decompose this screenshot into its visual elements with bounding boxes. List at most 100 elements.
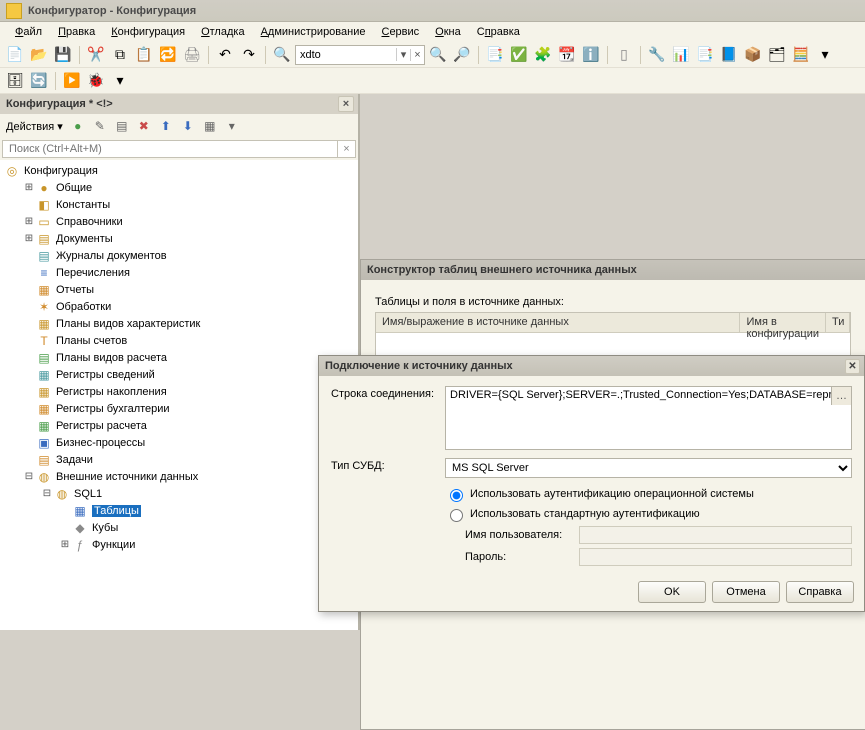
tree-item[interactable]: ▦Регистры расчета (0, 417, 358, 434)
calendar-icon[interactable]: 📆 (556, 44, 578, 66)
check-icon[interactable]: ✅ (508, 44, 530, 66)
grid-col-config[interactable]: Имя в конфигурации (740, 313, 826, 332)
tree-item[interactable]: ▤Планы видов расчета (0, 349, 358, 366)
find-input[interactable] (296, 49, 396, 61)
up-icon[interactable]: ⬆ (157, 117, 175, 135)
tree-leaf[interactable]: ▦Таблицы (0, 502, 358, 519)
tree-item[interactable]: ▣Бизнес-процессы (0, 434, 358, 451)
run-icon[interactable]: ▶️ (61, 70, 83, 92)
username-field[interactable] (579, 526, 852, 544)
find-icon[interactable]: 🔍 (271, 44, 293, 66)
auth-os-radio[interactable] (450, 489, 463, 502)
filter-icon[interactable]: ▾ (223, 117, 241, 135)
menu-windows[interactable]: Окна (428, 24, 468, 40)
menu-help[interactable]: Справка (470, 24, 527, 40)
tree-item[interactable]: ▦Регистры накопления (0, 383, 358, 400)
tool-f-icon[interactable]: 🗂 (766, 44, 788, 66)
twist-icon[interactable]: ⊞ (58, 539, 72, 550)
tree-search-input[interactable] (2, 140, 338, 158)
grid-col-source[interactable]: Имя/выражение в источнике данных (376, 313, 740, 332)
menu-service[interactable]: Сервис (374, 24, 426, 40)
tree-item[interactable]: ⊞▤Документы (0, 230, 358, 247)
twist-icon[interactable]: ⊞ (22, 233, 36, 244)
tree-item[interactable]: ✶Обработки (0, 298, 358, 315)
actions-dropdown[interactable]: Действия ▾ (6, 120, 63, 133)
find-next-icon[interactable]: 🔍 (427, 44, 449, 66)
db-icon[interactable]: 🗄 (4, 70, 26, 92)
help-button[interactable]: Справка (786, 581, 854, 603)
config-tree[interactable]: ◎ Конфигурация ⊞●Общие◧Константы⊞▭Справо… (0, 160, 358, 630)
tree-item[interactable]: ◧Константы (0, 196, 358, 213)
db-update-icon[interactable]: 🔄 (28, 70, 50, 92)
tree-leaf[interactable]: ◆Кубы (0, 519, 358, 536)
find-prev-icon[interactable]: 🔎 (451, 44, 473, 66)
password-field[interactable] (579, 548, 852, 566)
twist-icon[interactable]: ⊞ (22, 182, 36, 193)
auth-std-radio[interactable] (450, 509, 463, 522)
tool-c-icon[interactable]: 📑 (694, 44, 716, 66)
tree-item[interactable]: ⊞●Общие (0, 179, 358, 196)
conn-string-field[interactable]: DRIVER={SQL Server};SERVER=.;Trusted_Con… (445, 386, 852, 450)
cut-icon[interactable]: ✂️ (85, 44, 107, 66)
new-file-icon[interactable]: 📄 (4, 44, 26, 66)
find-dropdown-icon[interactable]: ▾ (396, 48, 410, 61)
tool-a-icon[interactable]: 🔧 (646, 44, 668, 66)
twist-icon[interactable]: ⊟ (40, 488, 54, 499)
add-icon[interactable]: ● (69, 117, 87, 135)
tree-root[interactable]: ◎ Конфигурация (0, 162, 358, 179)
redo-icon[interactable]: ↷ (238, 44, 260, 66)
down-icon[interactable]: ⬇ (179, 117, 197, 135)
tree-item[interactable]: ▦Отчеты (0, 281, 358, 298)
save-icon[interactable]: 💾 (52, 44, 74, 66)
edit-icon[interactable]: ✎ (91, 117, 109, 135)
tree-item[interactable]: ТПланы счетов (0, 332, 358, 349)
find-combo[interactable]: ▾ × (295, 45, 425, 65)
tree-item[interactable]: ≡Перечисления (0, 264, 358, 281)
menu-edit[interactable]: Правка (51, 24, 102, 40)
module-icon[interactable]: 🧩 (532, 44, 554, 66)
info-icon[interactable]: ℹ️ (580, 44, 602, 66)
compare-icon[interactable]: 📑 (484, 44, 506, 66)
tree-item[interactable]: ▦Регистры сведений (0, 366, 358, 383)
copy-icon[interactable]: ⧉ (109, 44, 131, 66)
tree-item[interactable]: ⊟◍Внешние источники данных (0, 468, 358, 485)
run-debug-icon[interactable]: 🐞 (85, 70, 107, 92)
list-icon[interactable]: ▤ (113, 117, 131, 135)
dbms-type-select[interactable]: MS SQL Server (445, 458, 852, 478)
window-icon[interactable]: ▯ (613, 44, 635, 66)
tree-item[interactable]: ▤Задачи (0, 451, 358, 468)
tool-e-icon[interactable]: 📦 (742, 44, 764, 66)
tool-b-icon[interactable]: 📊 (670, 44, 692, 66)
print-icon[interactable]: 🖨 (181, 44, 203, 66)
run-ext-icon[interactable]: ▾ (109, 70, 131, 92)
tool-d-icon[interactable]: 📘 (718, 44, 740, 66)
tree-item[interactable]: ▦Планы видов характеристик (0, 315, 358, 332)
find-clear-icon[interactable]: × (410, 49, 424, 61)
undo-icon[interactable]: ↶ (214, 44, 236, 66)
panel-close-icon[interactable]: × (338, 96, 354, 112)
grid-col-type[interactable]: Ти (826, 313, 850, 332)
tree-leaf[interactable]: ⊞ƒФункции (0, 536, 358, 553)
tree-item-sql1[interactable]: ⊟◍SQL1 (0, 485, 358, 502)
tree-item[interactable]: ▦Регистры бухгалтерии (0, 400, 358, 417)
tool-g-icon[interactable]: 🧮 (790, 44, 812, 66)
twist-icon[interactable]: ⊞ (22, 216, 36, 227)
menu-debug[interactable]: Отладка (194, 24, 252, 40)
tree-item[interactable]: ▤Журналы документов (0, 247, 358, 264)
conn-string-browse-icon[interactable]: … (831, 387, 851, 405)
tree-item[interactable]: ⊞▭Справочники (0, 213, 358, 230)
open-icon[interactable]: 📂 (28, 44, 50, 66)
replace-icon[interactable]: 🔁 (157, 44, 179, 66)
menu-configuration[interactable]: Конфигурация (104, 24, 192, 40)
menu-admin[interactable]: Администрирование (254, 24, 373, 40)
paste-icon[interactable]: 📋 (133, 44, 155, 66)
delete-icon[interactable]: ✖ (135, 117, 153, 135)
tool-h-icon[interactable]: ▾ (814, 44, 836, 66)
tree-search-clear-icon[interactable]: × (338, 140, 356, 158)
twist-icon[interactable]: ⊟ (22, 471, 36, 482)
cancel-button[interactable]: Отмена (712, 581, 780, 603)
sort-icon[interactable]: ▦ (201, 117, 219, 135)
menu-file[interactable]: Файл (8, 24, 49, 40)
ok-button[interactable]: OK (638, 581, 706, 603)
dialog-close-icon[interactable]: ✕ (845, 359, 860, 374)
